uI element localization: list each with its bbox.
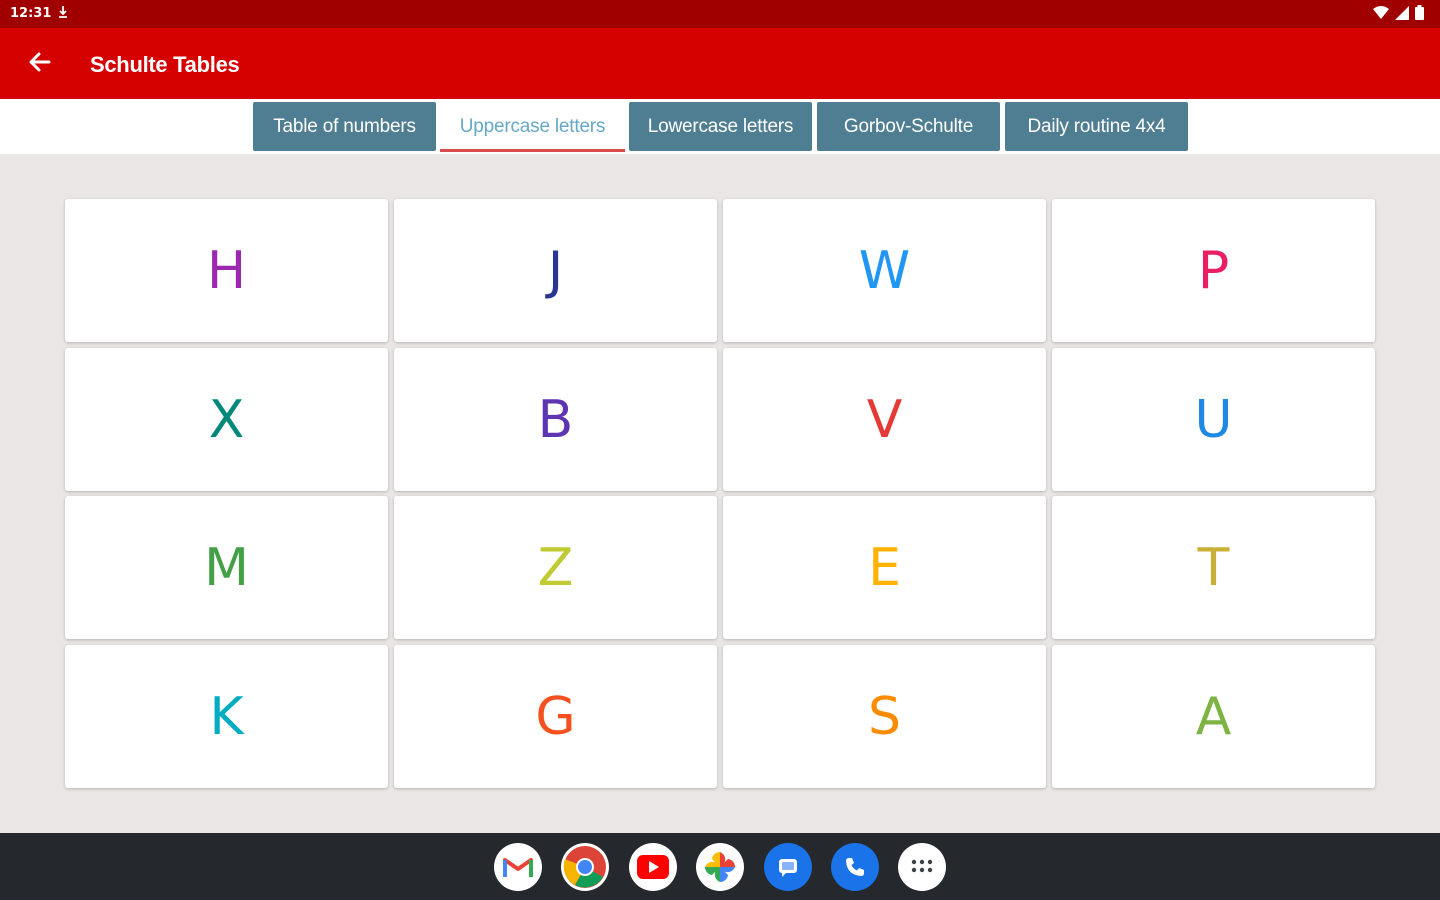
grid-cell[interactable]: A: [1052, 645, 1375, 788]
page-title: Schulte Tables: [90, 52, 240, 77]
grid-cell[interactable]: W: [723, 199, 1046, 342]
cell-letter: W: [858, 240, 911, 301]
cell-letter: X: [208, 389, 245, 450]
cell-letter: G: [535, 686, 576, 747]
cell-letter: A: [1195, 686, 1232, 747]
chrome-icon[interactable]: [561, 843, 609, 891]
cell-letter: U: [1194, 389, 1233, 450]
grid-cell[interactable]: Z: [394, 496, 717, 639]
grid-cell[interactable]: H: [65, 199, 388, 342]
tab-daily-routine[interactable]: Daily routine 4x4: [1005, 102, 1188, 151]
wifi-icon: [1373, 5, 1389, 25]
grid-cell[interactable]: E: [723, 496, 1046, 639]
photos-icon[interactable]: [696, 843, 744, 891]
cell-letter: B: [537, 389, 574, 450]
tab-table-of-numbers[interactable]: Table of numbers: [253, 102, 436, 151]
cell-letter: T: [1197, 537, 1230, 598]
tab-lowercase-letters[interactable]: Lowercase letters: [629, 102, 812, 151]
back-button[interactable]: [22, 46, 58, 82]
grid-cell[interactable]: M: [65, 496, 388, 639]
cell-letter: S: [867, 686, 901, 747]
grid-cell[interactable]: G: [394, 645, 717, 788]
status-bar: 12:31: [0, 0, 1440, 28]
grid-cell[interactable]: S: [723, 645, 1046, 788]
grid-cell[interactable]: U: [1052, 348, 1375, 491]
battery-icon: [1415, 5, 1424, 25]
tab-gorbov-schulte[interactable]: Gorbov-Schulte: [817, 102, 1000, 151]
cell-letter: K: [209, 686, 244, 747]
cell-letter: M: [204, 537, 249, 598]
download-icon: [58, 5, 68, 22]
tab-strip: Table of numbers Uppercase letters Lower…: [0, 99, 1440, 154]
status-icons: [1373, 5, 1424, 25]
grid-cell[interactable]: K: [65, 645, 388, 788]
app-bar: Schulte Tables: [0, 28, 1440, 99]
cell-letter: P: [1197, 240, 1230, 301]
grid-cell[interactable]: V: [723, 348, 1046, 491]
cell-letter: E: [868, 537, 901, 598]
grid-cell[interactable]: J: [394, 199, 717, 342]
grid-cell[interactable]: X: [65, 348, 388, 491]
arrow-back-icon: [29, 52, 51, 77]
messages-icon[interactable]: [764, 843, 812, 891]
youtube-icon[interactable]: [629, 843, 677, 891]
status-time: 12:31: [10, 6, 52, 21]
grid-cell[interactable]: P: [1052, 199, 1375, 342]
tab-uppercase-letters[interactable]: Uppercase letters: [440, 102, 625, 152]
signal-icon: [1395, 5, 1409, 25]
grid-cell[interactable]: B: [394, 348, 717, 491]
cell-letter: V: [866, 389, 903, 450]
nav-bar: [0, 833, 1440, 900]
app-drawer-icon[interactable]: [898, 843, 946, 891]
cell-letter: J: [547, 240, 564, 301]
cell-letter: Z: [537, 537, 574, 598]
grid-cell[interactable]: T: [1052, 496, 1375, 639]
cell-letter: H: [206, 240, 247, 301]
phone-icon[interactable]: [831, 843, 879, 891]
gmail-icon[interactable]: [494, 843, 542, 891]
